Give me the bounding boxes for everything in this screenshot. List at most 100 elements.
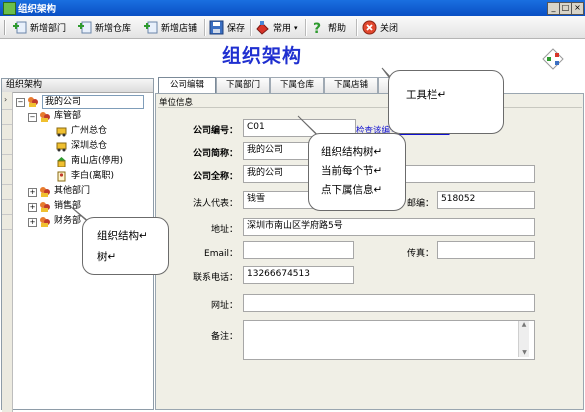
add-icon — [143, 20, 158, 35]
favorites-dropdown-button[interactable]: 常用 ▾ — [255, 19, 298, 36]
toolbar-callout: 工具栏↵ — [388, 70, 504, 134]
department-icon — [39, 201, 50, 212]
tree-node-label: 库管部 — [54, 111, 82, 121]
tab-sub-warehouses[interactable]: 下属仓库 — [270, 77, 324, 93]
callout-line: 组织结构树↵ 当前每个节↵ 点下属信息↵ — [321, 143, 401, 200]
phone-field[interactable]: 13266674513 — [243, 266, 354, 284]
help-label: 帮助 — [328, 24, 347, 34]
website-label: 网址： — [210, 301, 238, 311]
tree-node-other-dept[interactable]: + 其他部门 — [12, 184, 152, 199]
callout-line: 当前每个节↵ — [321, 165, 383, 177]
add-icon — [12, 20, 27, 35]
tree-node-shenzhen[interactable]: 深圳总仓 — [12, 139, 152, 154]
tree-node-info-callout-text: 组织结构树↵ 当前每个节↵ 点下属信息↵ — [321, 143, 401, 200]
store-icon — [56, 156, 67, 168]
tree-node-nanshan-store[interactable]: 南山店(停用) — [12, 154, 152, 169]
page-title: 组织架构 — [222, 41, 302, 68]
tab-sub-stores[interactable]: 下属店铺 — [324, 77, 378, 93]
help-button[interactable]: ? 帮助 — [310, 19, 347, 37]
toolbar-separator — [305, 19, 307, 36]
employee-icon — [56, 171, 67, 182]
close-window-button[interactable]: × — [571, 2, 584, 15]
toolbar: 新增部门 新增仓库 新增店铺 保存 常用 ▾ ? 帮助 关闭 — [0, 16, 585, 39]
department-icon — [39, 111, 50, 122]
tree-node-guangzhou[interactable]: 广州总仓 — [12, 124, 152, 139]
tree-node-label: 李白(离职) — [71, 171, 115, 181]
close-label: 关闭 — [380, 24, 399, 34]
section-divider — [158, 107, 582, 108]
callout-line: 组织结构树↵ — [321, 146, 383, 158]
tree-node-info-callout: 组织结构树↵ 当前每个节↵ 点下属信息↵ — [308, 133, 406, 211]
notes-textarea[interactable] — [243, 320, 535, 360]
expand-icon[interactable]: + — [28, 188, 37, 197]
email-field[interactable] — [243, 241, 354, 259]
expand-icon[interactable]: + — [28, 203, 37, 212]
toolbar-callout-text: 工具栏↵ — [406, 85, 446, 105]
fax-field[interactable] — [437, 241, 535, 259]
tree-node-label: 深圳总仓 — [71, 141, 108, 151]
logo-icon — [542, 48, 564, 70]
favorites-icon — [255, 20, 270, 35]
toolbar-separator — [250, 19, 252, 36]
warehouse-icon — [56, 126, 67, 137]
save-button[interactable]: 保存 — [209, 19, 245, 36]
org-tree-callout-text: 组织结构↵ 树↵ — [97, 226, 161, 268]
tree-node-employee[interactable]: 李白(离职) — [12, 169, 152, 184]
zip-field[interactable]: 518052 — [437, 191, 535, 209]
tree-node-label: 其他部门 — [54, 186, 91, 196]
department-icon — [39, 186, 50, 197]
notes-label: 备注： — [210, 332, 238, 342]
fax-label: 传真： — [406, 249, 434, 259]
callout-line: 工具栏↵ — [406, 89, 447, 101]
tree-node-company[interactable]: − 我的公司 — [12, 94, 152, 109]
favorites-label: 常用 — [273, 24, 292, 34]
company-full-name-label: 公司全称： — [192, 172, 238, 182]
tab-company-edit[interactable]: 公司编辑 — [158, 77, 216, 94]
callout-line: 点下属信息↵ — [321, 184, 383, 196]
save-icon — [209, 20, 224, 35]
add-department-button[interactable]: 新增部门 — [12, 19, 66, 36]
website-field[interactable] — [243, 294, 535, 312]
add-icon — [77, 20, 92, 35]
company-code-label: 公司编号： — [192, 126, 238, 136]
collapse-icon[interactable]: − — [28, 113, 37, 122]
org-tree-callout: 组织结构↵ 树↵ — [82, 217, 169, 275]
tree-node-label: 财务部 — [54, 216, 82, 226]
notes-scrollbar[interactable]: ▲ ▼ — [518, 321, 529, 357]
tree-node-label: 广州总仓 — [71, 126, 108, 136]
close-button[interactable]: 关闭 — [362, 19, 398, 36]
add-warehouse-label: 新增仓库 — [95, 24, 132, 34]
collapse-icon[interactable]: − — [16, 98, 25, 107]
expand-icon[interactable]: + — [28, 218, 37, 227]
address-label: 地址： — [210, 225, 238, 235]
tree-node-sales-dept[interactable]: + 销售部 — [12, 199, 152, 214]
warehouse-icon — [56, 141, 67, 152]
callout-line: 组织结构↵ 树↵ — [97, 226, 161, 268]
tree-node-label: 销售部 — [54, 201, 82, 211]
scroll-down-icon[interactable]: ▼ — [519, 349, 530, 357]
app-icon — [3, 2, 16, 15]
toolbar-grip[interactable] — [4, 20, 6, 35]
add-store-label: 新增店铺 — [161, 24, 198, 34]
company-icon — [27, 96, 38, 107]
save-label: 保存 — [227, 24, 246, 34]
scroll-up-icon[interactable]: ▲ — [519, 321, 529, 329]
window-title-bar: 组织架构 _ □ × — [0, 0, 585, 16]
tab-sub-departments[interactable]: 下属部门 — [216, 77, 270, 93]
add-department-label: 新增部门 — [30, 24, 67, 34]
callout-line: 树↵ — [97, 251, 117, 263]
toolbar-separator — [356, 19, 358, 36]
add-warehouse-button[interactable]: 新增仓库 — [77, 19, 131, 36]
callout-line: 组织结构↵ — [97, 230, 148, 242]
svg-text:?: ? — [313, 21, 321, 35]
tree-node-warehouse-dept[interactable]: − 库管部 — [12, 109, 152, 124]
address-field[interactable]: 深圳市南山区学府路5号 — [243, 218, 535, 236]
add-store-button[interactable]: 新增店铺 — [143, 19, 197, 36]
help-icon: ? — [310, 20, 325, 37]
close-icon — [362, 20, 377, 35]
company-short-name-label: 公司简称： — [192, 149, 238, 159]
tab-bar: 公司编辑 下属部门 下属仓库 下属店铺 下属员工 — [156, 77, 585, 94]
legal-rep-label: 法人代表： — [192, 199, 238, 209]
chevron-down-icon: ▾ — [294, 23, 298, 32]
toolbar-separator — [204, 19, 206, 36]
